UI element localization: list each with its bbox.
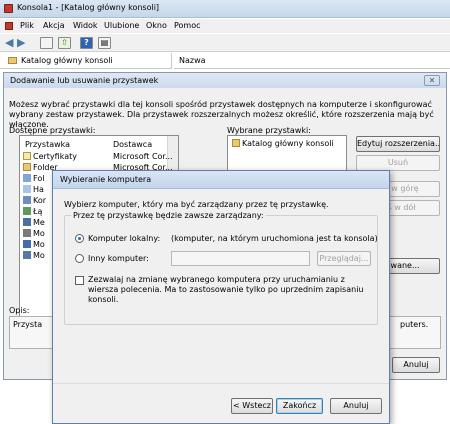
edit-extensions-button[interactable]: Edytuj rozszerzenia... — [356, 136, 440, 152]
menu-plik[interactable]: Plik — [20, 21, 34, 30]
list-item[interactable]: Mo — [23, 229, 45, 238]
snapin-icon — [23, 218, 31, 226]
computer-cancel-button[interactable]: Anuluj — [330, 398, 382, 414]
snapin-icon — [23, 185, 31, 193]
window-title: Konsola1 - [Katalog główny konsoli] — [17, 3, 160, 12]
list-item[interactable]: Me — [23, 218, 45, 227]
snapin-icon — [23, 240, 31, 248]
list-item[interactable]: Mo — [23, 240, 45, 249]
up-level-icon[interactable]: ⇧ — [58, 37, 71, 49]
tree-root[interactable]: Katalog główny konsoli — [21, 56, 113, 65]
list-item[interactable]: Łą — [23, 207, 42, 216]
snapin-dialog-titlebar: Dodawanie lub usuwanie przystawek ✕ — [4, 73, 446, 88]
show-tree-icon[interactable] — [40, 37, 53, 49]
selected-label: Wybrane przystawki: — [227, 126, 311, 135]
description-text-left: Przysta — [13, 320, 43, 329]
available-item-certyfikaty[interactable]: Certyfikaty — [23, 152, 77, 161]
computer-dialog-title: Wybieranie komputera — [60, 175, 152, 184]
computer-dialog: Wybieranie komputera Wybierz komputer, k… — [52, 170, 390, 424]
certificate-icon — [23, 152, 31, 160]
other-computer-input[interactable] — [171, 251, 310, 266]
menu-ulubione[interactable]: Ulubione — [104, 21, 139, 30]
col-snapin-header[interactable]: Przystawka — [25, 140, 70, 149]
help-icon[interactable]: ? — [80, 37, 93, 49]
forward-icon[interactable]: ▶ — [17, 37, 25, 48]
other-computer-radio[interactable] — [75, 254, 84, 263]
other-computer-label[interactable]: Inny komputer: — [88, 254, 149, 263]
available-label: Dostępne przystawki: — [9, 126, 96, 135]
finish-button[interactable]: Zakończ — [276, 398, 323, 414]
snapin-icon — [23, 251, 31, 259]
folder-icon — [23, 163, 31, 171]
console-icon[interactable] — [5, 22, 13, 30]
column-header-name[interactable]: Nazwa — [174, 53, 450, 69]
tree-pane: Katalog główny konsoli — [0, 53, 172, 69]
back-icon[interactable]: ◀ — [5, 37, 13, 48]
list-item[interactable]: Mo — [23, 251, 45, 260]
snapin-icon — [23, 174, 31, 182]
local-computer-note: (komputer, na którym uruchomiona jest ta… — [171, 234, 378, 243]
available-item-vendor: Microsoft Cor... — [113, 152, 173, 161]
properties-icon[interactable]: ▤ — [98, 37, 111, 49]
back-button[interactable]: < Wstecz — [231, 398, 273, 414]
local-computer-radio[interactable] — [75, 234, 84, 243]
allow-change-checkbox[interactable] — [75, 276, 84, 285]
snapin-icon — [23, 229, 31, 237]
description-text-right: puters. — [400, 320, 429, 329]
managed-computer-group: Przez tę przystawkę będzie zawsze zarząd… — [64, 211, 378, 325]
browse-button[interactable]: Przeglądaj... — [317, 251, 371, 266]
allow-change-label[interactable]: Zezwalaj na zmianę wybranego komputera p… — [88, 275, 373, 305]
col-vendor-header[interactable]: Dostawca — [113, 140, 152, 149]
folder-icon — [232, 139, 240, 147]
radio-dot — [78, 237, 81, 240]
menu-akcja[interactable]: Akcja — [43, 21, 65, 30]
computer-dialog-intro: Wybierz komputer, który ma być zarządzan… — [64, 200, 329, 209]
titlebar: Konsola1 - [Katalog główny konsoli] — [0, 0, 450, 18]
snapin-icon — [23, 207, 31, 215]
list-item[interactable]: Fol — [23, 174, 44, 183]
computer-dialog-divider — [53, 383, 389, 384]
group-label: Przez tę przystawkę będzie zawsze zarząd… — [71, 211, 266, 220]
list-item[interactable]: Kor — [23, 196, 46, 205]
menu-okno[interactable]: Okno — [146, 21, 167, 30]
snapin-dialog-title: Dodawanie lub usuwanie przystawek — [10, 76, 159, 85]
console-icon — [4, 4, 13, 13]
local-computer-label[interactable]: Komputer lokalny: — [88, 234, 160, 243]
description-label: Opis: — [9, 306, 30, 315]
menubar: Plik Akcja Widok Ulubione Okno Pomoc — [0, 19, 450, 33]
folder-icon — [8, 57, 17, 64]
list-item[interactable]: Ha — [23, 185, 44, 194]
snapin-icon — [23, 196, 31, 204]
close-icon[interactable]: ✕ — [424, 75, 440, 86]
snapin-cancel-button[interactable]: Anuluj — [392, 357, 440, 373]
menu-widok[interactable]: Widok — [73, 21, 98, 30]
menu-pomoc[interactable]: Pomoc — [174, 21, 201, 30]
computer-dialog-titlebar: Wybieranie komputera — [53, 171, 389, 189]
remove-button[interactable]: Usuń — [356, 155, 440, 171]
selected-item[interactable]: Katalog główny konsoli — [232, 139, 334, 148]
